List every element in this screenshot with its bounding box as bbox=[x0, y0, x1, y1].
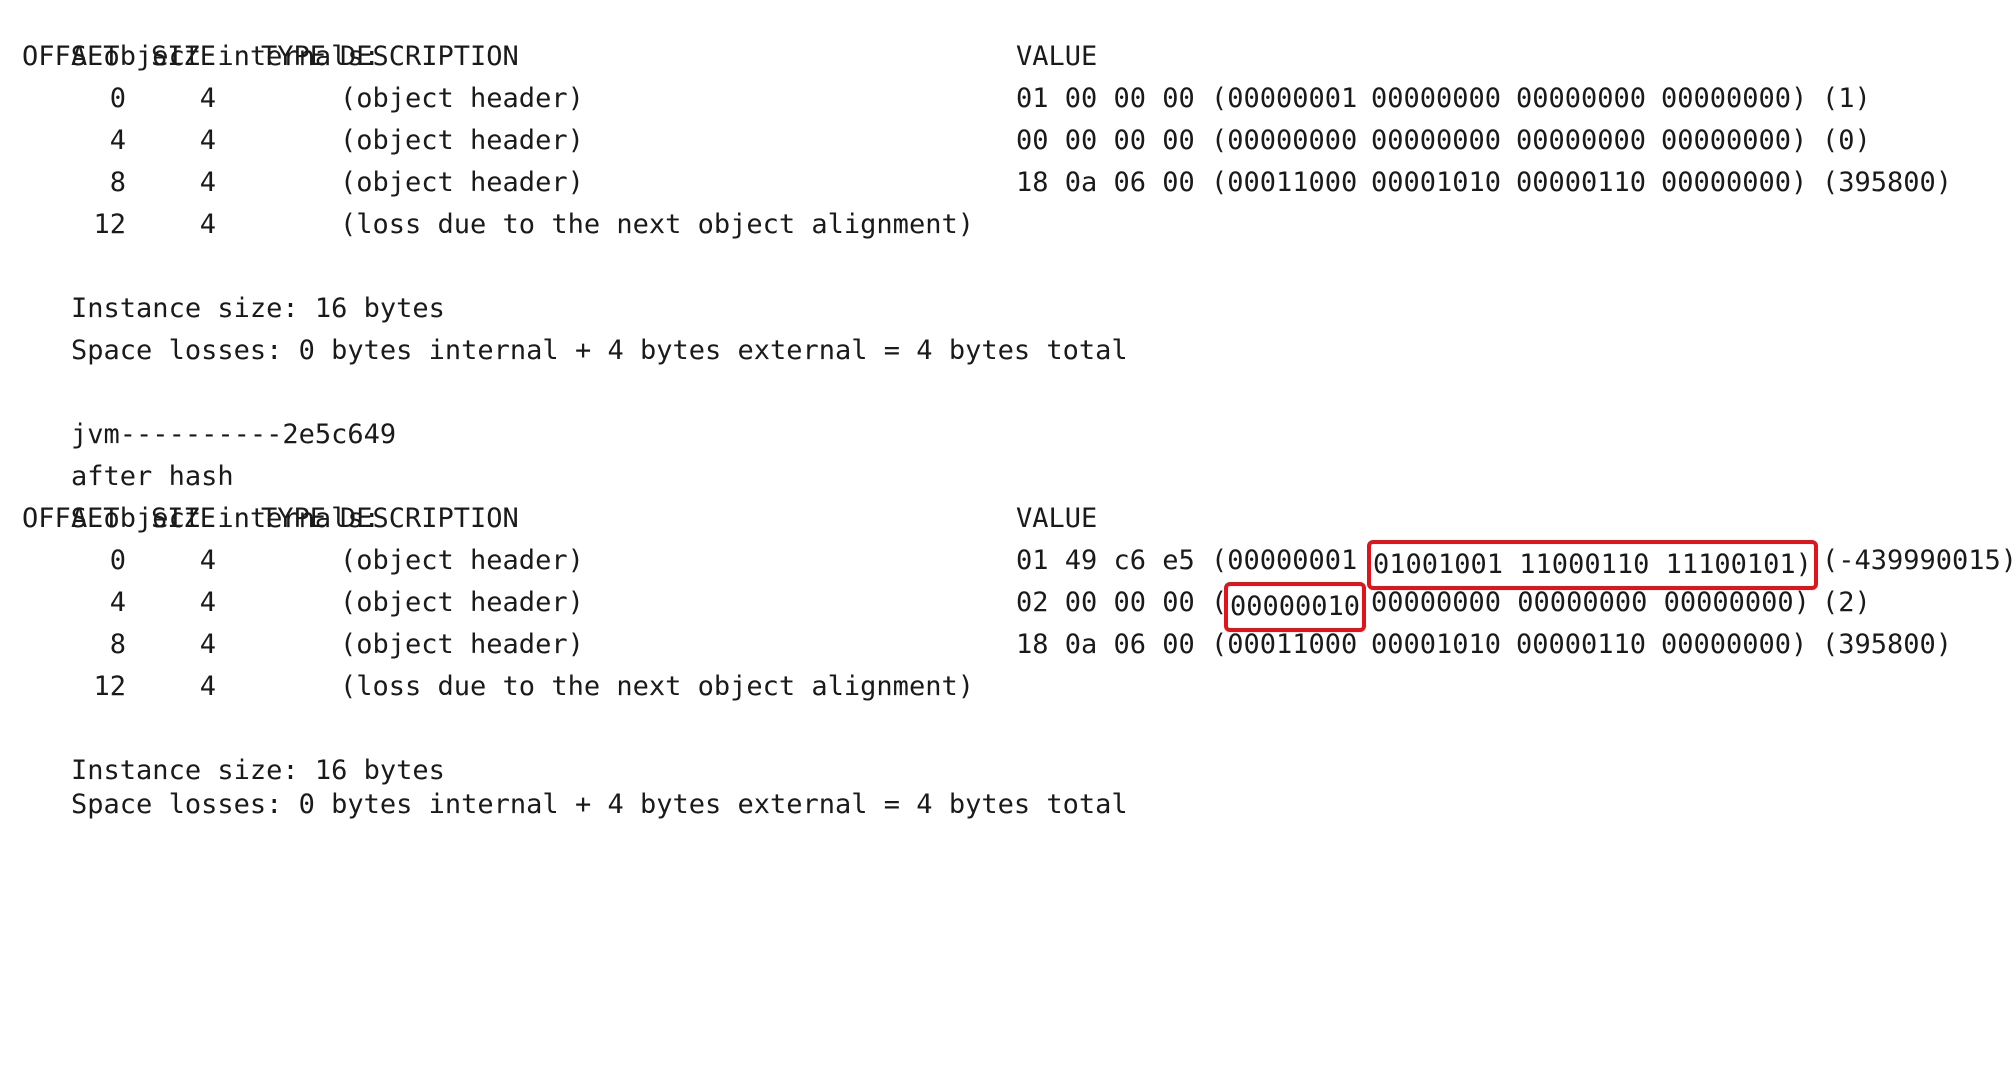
table-row: 12 4 (loss due to the next object alignm… bbox=[93, 671, 974, 702]
col-size: SIZE bbox=[151, 503, 217, 534]
table-row: 0 4 (object header) 01 49 c6 e5 (0000000… bbox=[6, 540, 2016, 590]
space-losses-line: Space losses: 0 bytes internal + 4 bytes… bbox=[71, 789, 1128, 820]
col-type: TYPE bbox=[261, 503, 327, 534]
instance-size-line: Instance size: 16 bytes bbox=[71, 293, 445, 324]
col-description: DESCRIPTION bbox=[340, 41, 519, 72]
table-row: 4 4 (object header) 00 00 00 00 (0000000… bbox=[109, 125, 1871, 156]
column-header-row: OFFSET SIZE TYPE DESCRIPTION VALUE bbox=[6, 36, 1097, 78]
table-row: 12 4 (loss due to the next object alignm… bbox=[93, 209, 974, 240]
column-header-row: OFFSET SIZE TYPE DESCRIPTION VALUE bbox=[6, 498, 1097, 540]
table-row: 8 4 (object header) 18 0a 06 00 (0001100… bbox=[109, 167, 1953, 198]
col-value: VALUE bbox=[1016, 503, 1098, 534]
space-losses-line: Space losses: 0 bytes internal + 4 bytes… bbox=[71, 335, 1128, 366]
col-description: DESCRIPTION bbox=[340, 503, 519, 534]
object-internals-heading: A object internals: bbox=[71, 503, 380, 534]
col-offset: OFFSET bbox=[22, 503, 120, 534]
after-hash-line: after hash bbox=[71, 461, 234, 492]
col-size: SIZE bbox=[151, 41, 217, 72]
table-row: 4 4 (object header) 02 00 00 00 ( 000000… bbox=[6, 582, 1871, 632]
col-offset: OFFSET bbox=[22, 41, 120, 72]
jvm-hash-line: jvm----------2e5c649 bbox=[71, 419, 397, 450]
console-output: A object internals: OFFSET SIZE TYPE DES… bbox=[0, 0, 2016, 820]
col-value: VALUE bbox=[1016, 41, 1098, 72]
table-row: 0 4 (object header) 01 00 00 00 (0000000… bbox=[109, 83, 1871, 114]
object-internals-heading: A object internals: bbox=[71, 41, 380, 72]
col-type: TYPE bbox=[261, 41, 327, 72]
table-row: 8 4 (object header) 18 0a 06 00 (0001100… bbox=[109, 629, 1953, 660]
